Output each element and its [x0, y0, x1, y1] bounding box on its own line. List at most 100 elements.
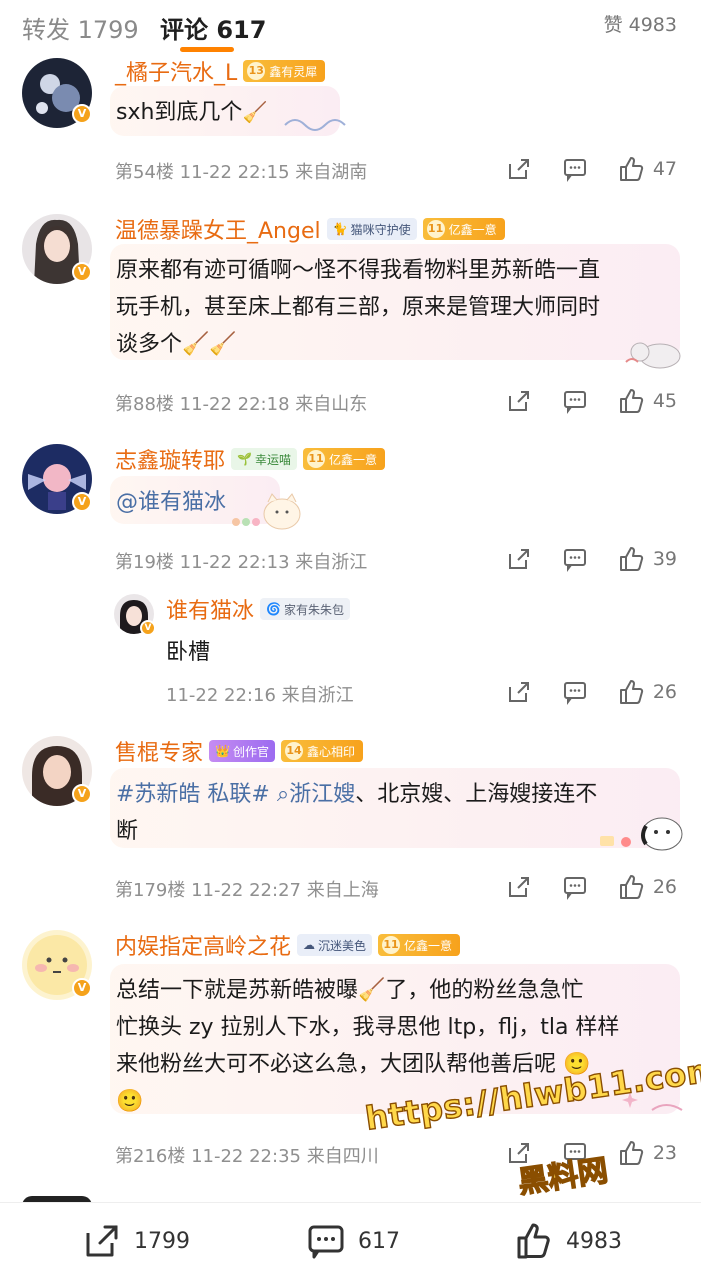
thumbs-up-icon [619, 680, 643, 704]
comment-text-line: 总结一下就是苏新皓被曝🧹了，他的粉丝急急忙 [116, 972, 672, 1009]
comment-icon [563, 391, 586, 414]
like-button[interactable]: 47 [617, 155, 677, 183]
share-button[interactable] [491, 386, 547, 416]
like-count: 26 [652, 876, 677, 898]
like-button[interactable]: 23 [617, 1139, 677, 1167]
comment-count: 617 [358, 1228, 400, 1254]
share-button[interactable] [491, 154, 547, 184]
comment-bubble: 原来都有迹可循啊～怪不得我看物料里苏新皓一直 玩手机，甚至床上都有三部，原来是管… [110, 244, 680, 360]
tab-comments[interactable]: 评论 617 [160, 10, 266, 45]
reply-button[interactable] [547, 154, 603, 184]
badge-label: 幸运喵 [254, 452, 291, 467]
reply-actions: 26 [491, 677, 677, 707]
comment-meta: 第19楼 11-22 22:13 来自浙江 [115, 548, 367, 574]
like-count: 45 [652, 390, 677, 412]
fan-level-badge[interactable]: 14 鑫心相印 [280, 740, 363, 762]
verified-icon: V [72, 104, 92, 124]
fan-level-badge[interactable]: 11 亿鑫一意 [378, 934, 461, 956]
share-button[interactable] [491, 872, 547, 902]
tab-likes[interactable]: 赞 4983 [604, 10, 677, 37]
plant-icon: 🌱 [237, 452, 252, 466]
username[interactable]: 志鑫璇转耶 [115, 443, 225, 475]
creator-badge[interactable]: 👑 创作官 [209, 740, 275, 762]
reply-text: 卧槽 [166, 640, 211, 665]
cloud-icon: ☁ [303, 938, 316, 952]
share-button[interactable] [491, 677, 547, 707]
location: 来自浙江 [281, 685, 354, 706]
thumbs-up-icon [619, 547, 643, 571]
search-topic-link[interactable]: ⌕浙江嫂 [277, 782, 355, 807]
like-button[interactable]: 39 [617, 545, 677, 573]
badge-label: 鑫有灵犀 [269, 64, 318, 79]
location: 来自上海 [306, 880, 379, 901]
like-count: 23 [652, 1142, 677, 1164]
comment-text-segment: 来他粉丝大可不必这么急，大团队帮他善后呢 [116, 1052, 557, 1077]
comment-text-line: 谈多个🧹🧹 [116, 326, 672, 363]
comment-text-segment: 、北京嫂、上海嫂接连不 [355, 782, 598, 807]
badge-label: 猫咪守护使 [350, 222, 411, 237]
location: 来自湖南 [295, 162, 368, 183]
repost-button[interactable]: 1799 [82, 1221, 190, 1261]
comment-icon [563, 877, 586, 900]
username[interactable]: _橘子汽水_L [115, 55, 237, 87]
comment-actions: 39 [491, 544, 677, 574]
level-number: 11 [382, 936, 401, 954]
hashtag-link[interactable]: #苏新皓 私联# [116, 782, 270, 807]
mention-link[interactable]: @谁有猫冰 [116, 490, 226, 515]
title-badge[interactable]: 🐈 猫咪守护使 [326, 218, 417, 240]
comment-text-segment: 总结一下就是苏新皓被曝 [116, 978, 359, 1003]
username[interactable]: 售棍专家 [115, 735, 203, 767]
comment-button[interactable]: 617 [306, 1221, 400, 1261]
fan-level-badge[interactable]: 11 亿鑫一意 [422, 218, 505, 240]
title-badge[interactable]: ☁ 沉迷美色 [297, 934, 373, 956]
comment-text-line: 忙换头 zy 拉别人下水，我寻思他 ltp，flj，tla 样样 [116, 1015, 620, 1040]
badge-label: 鑫心相印 [306, 744, 355, 759]
comment-text: sxh到底几个 [116, 100, 243, 125]
like-count: 47 [652, 158, 677, 180]
reply-button[interactable] [547, 544, 603, 574]
username[interactable]: 温德暴躁女王_Angel [115, 213, 321, 245]
fan-level-badge[interactable]: 13 鑫有灵犀 [243, 60, 326, 82]
reply-button[interactable] [547, 872, 603, 902]
like-count: 4983 [566, 1228, 622, 1254]
fan-level-badge[interactable]: 11 亿鑫一意 [302, 448, 385, 470]
comment-text-line: 玩手机，甚至床上都有三部，原来是管理大师同时 [116, 295, 601, 320]
comment-icon [308, 1225, 344, 1259]
search-icon: ⌕ [276, 782, 290, 807]
comment-bubble: #苏新皓 私联# ⌕浙江嫂、北京嫂、上海嫂接连不 断 [110, 768, 680, 848]
title-badge[interactable]: 🌱 幸运喵 [231, 448, 297, 470]
badge-label: 亿鑫一意 [448, 222, 497, 237]
tab-repost[interactable]: 转发 1799 [22, 10, 139, 45]
like-post-button[interactable]: 4983 [514, 1221, 622, 1261]
level-number: 13 [247, 62, 266, 80]
username[interactable]: 谁有猫冰 [166, 593, 254, 625]
reply-button[interactable] [547, 386, 603, 416]
search-topic-text: 浙江嫂 [289, 782, 356, 807]
name-row: 谁有猫冰 🌀 家有朱朱包 [166, 594, 350, 624]
crown-icon: 👑 [215, 744, 230, 758]
name-row: _橘子汽水_L 13 鑫有灵犀 [115, 55, 326, 87]
verified-icon: V [140, 620, 156, 636]
comment-text-line: #苏新皓 私联# ⌕浙江嫂、北京嫂、上海嫂接连不 [116, 776, 672, 813]
share-icon [86, 1225, 118, 1257]
reply-button[interactable] [547, 677, 603, 707]
like-button[interactable]: 26 [617, 678, 677, 706]
share-button[interactable] [491, 544, 547, 574]
comment-actions: 47 [491, 154, 677, 184]
reply-time: 11-22 22:16 [166, 685, 276, 706]
title-badge[interactable]: 🌀 家有朱朱包 [260, 598, 350, 620]
share-icon [508, 159, 529, 179]
floor-time: 第88楼 11-22 22:18 [115, 394, 290, 415]
spiral-icon: 🌀 [266, 602, 281, 616]
thumbs-up-icon [619, 389, 643, 413]
level-number: 11 [426, 220, 445, 238]
username[interactable]: 内娱指定高岭之花 [115, 929, 291, 961]
reply-meta: 11-22 22:16 来自浙江 [166, 681, 354, 707]
badge-label: 家有朱朱包 [283, 602, 344, 617]
like-button[interactable]: 26 [617, 873, 677, 901]
like-button[interactable]: 45 [617, 387, 677, 415]
broom-emoji-icon: 🧹 [242, 100, 268, 124]
verified-icon: V [72, 262, 92, 282]
badge-label: 亿鑫一意 [328, 452, 377, 467]
comment-text-line: 断 [116, 819, 139, 844]
